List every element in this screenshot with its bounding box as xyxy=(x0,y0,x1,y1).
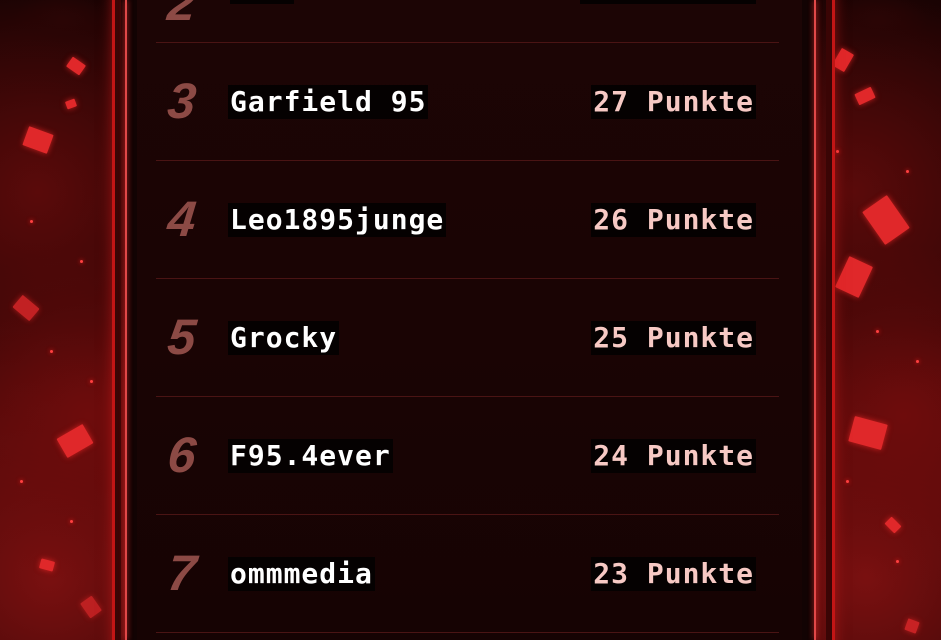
rank-number: 7 xyxy=(165,545,199,601)
player-name: ommmedia xyxy=(228,557,375,591)
leaderboard-row: 3 Garfield 95 27 Punkte xyxy=(156,42,779,161)
player-name: F95.4ever xyxy=(228,439,393,473)
frame-glow-line-left xyxy=(125,0,127,640)
sparkle xyxy=(90,380,93,383)
frame-glow-line-right xyxy=(814,0,816,640)
rank-number: 3 xyxy=(165,73,199,129)
leaderboard-row: 6 F95.4ever 24 Punkte xyxy=(156,396,779,515)
leaderboard-row-partial: 2 xyxy=(156,0,779,43)
rank-number: 5 xyxy=(165,309,199,365)
confetti-piece xyxy=(56,423,94,459)
rank-number: 2 xyxy=(165,0,199,31)
player-name: Grocky xyxy=(228,321,340,355)
sparkle xyxy=(50,350,53,353)
player-points: 23 Punkte xyxy=(591,557,756,591)
sparkle xyxy=(906,170,909,173)
sparkle xyxy=(80,260,83,263)
sparkle xyxy=(70,520,73,523)
sparkle xyxy=(836,150,839,153)
sparkle xyxy=(876,330,879,333)
rank-number: 4 xyxy=(165,191,199,247)
sparkle xyxy=(30,220,33,223)
confetti-piece xyxy=(848,416,888,450)
confetti-piece xyxy=(66,56,86,76)
sparkle xyxy=(846,480,849,483)
player-name: Garfield 95 xyxy=(228,85,429,119)
confetti-piece xyxy=(884,516,902,534)
rank-number: 6 xyxy=(165,427,199,483)
left-confetti-panel xyxy=(0,0,125,640)
confetti-piece xyxy=(854,86,876,106)
leaderboard-row: 5 Grocky 25 Punkte xyxy=(156,278,779,397)
leaderboard-screen: 2 3 Garfield 95 27 Punkte 4 Leo1895junge… xyxy=(0,0,941,640)
confetti-piece xyxy=(22,126,54,154)
player-points: 26 Punkte xyxy=(591,203,756,237)
confetti-piece xyxy=(64,98,78,110)
sparkle xyxy=(896,560,899,563)
player-name-clipped xyxy=(230,0,294,4)
confetti-piece xyxy=(38,558,56,572)
player-points: 27 Punkte xyxy=(591,85,756,119)
player-points: 24 Punkte xyxy=(591,439,756,473)
leaderboard-row: 7 ommmedia 23 Punkte xyxy=(156,514,779,633)
confetti-piece xyxy=(904,618,920,634)
confetti-piece xyxy=(862,195,910,245)
confetti-piece xyxy=(835,256,873,298)
player-points: 25 Punkte xyxy=(591,321,756,355)
player-name: Leo1895junge xyxy=(228,203,447,237)
points-clipped xyxy=(580,0,756,4)
sparkle xyxy=(20,480,23,483)
sparkle xyxy=(916,360,919,363)
confetti-piece xyxy=(831,47,855,73)
leaderboard-row: 4 Leo1895junge 26 Punkte xyxy=(156,160,779,279)
confetti-piece xyxy=(12,294,40,322)
confetti-piece xyxy=(80,595,102,619)
